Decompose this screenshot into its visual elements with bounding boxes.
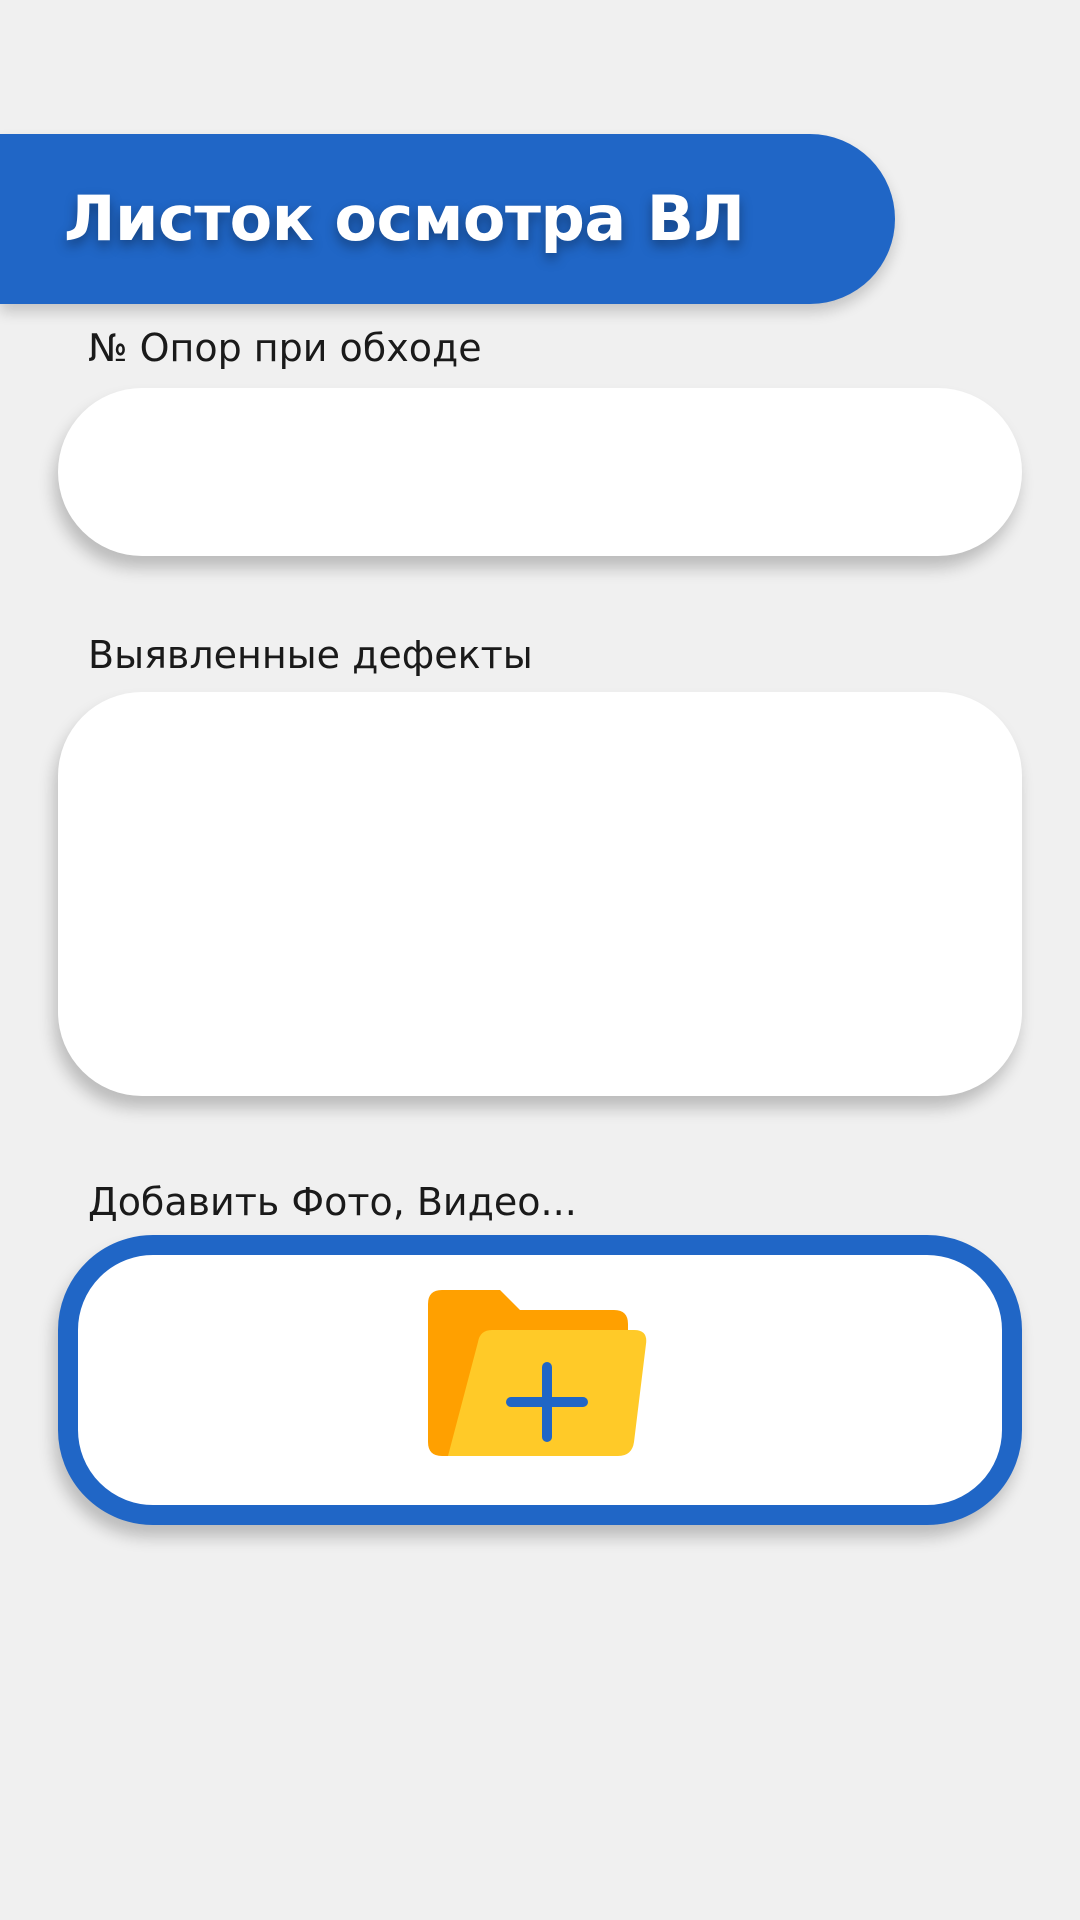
- supports-label: № Опор при обходе: [88, 326, 482, 370]
- supports-input[interactable]: [58, 388, 1022, 556]
- add-media-label: Добавить Фото, Видео...: [88, 1180, 577, 1224]
- add-media-button[interactable]: [58, 1235, 1022, 1525]
- defects-label: Выявленные дефекты: [88, 633, 533, 677]
- defects-textarea[interactable]: [58, 692, 1022, 1096]
- page-title: Листок осмотра ВЛ: [64, 182, 745, 255]
- title-banner: Листок осмотра ВЛ: [0, 134, 895, 304]
- folder-add-icon: [428, 1290, 647, 1456]
